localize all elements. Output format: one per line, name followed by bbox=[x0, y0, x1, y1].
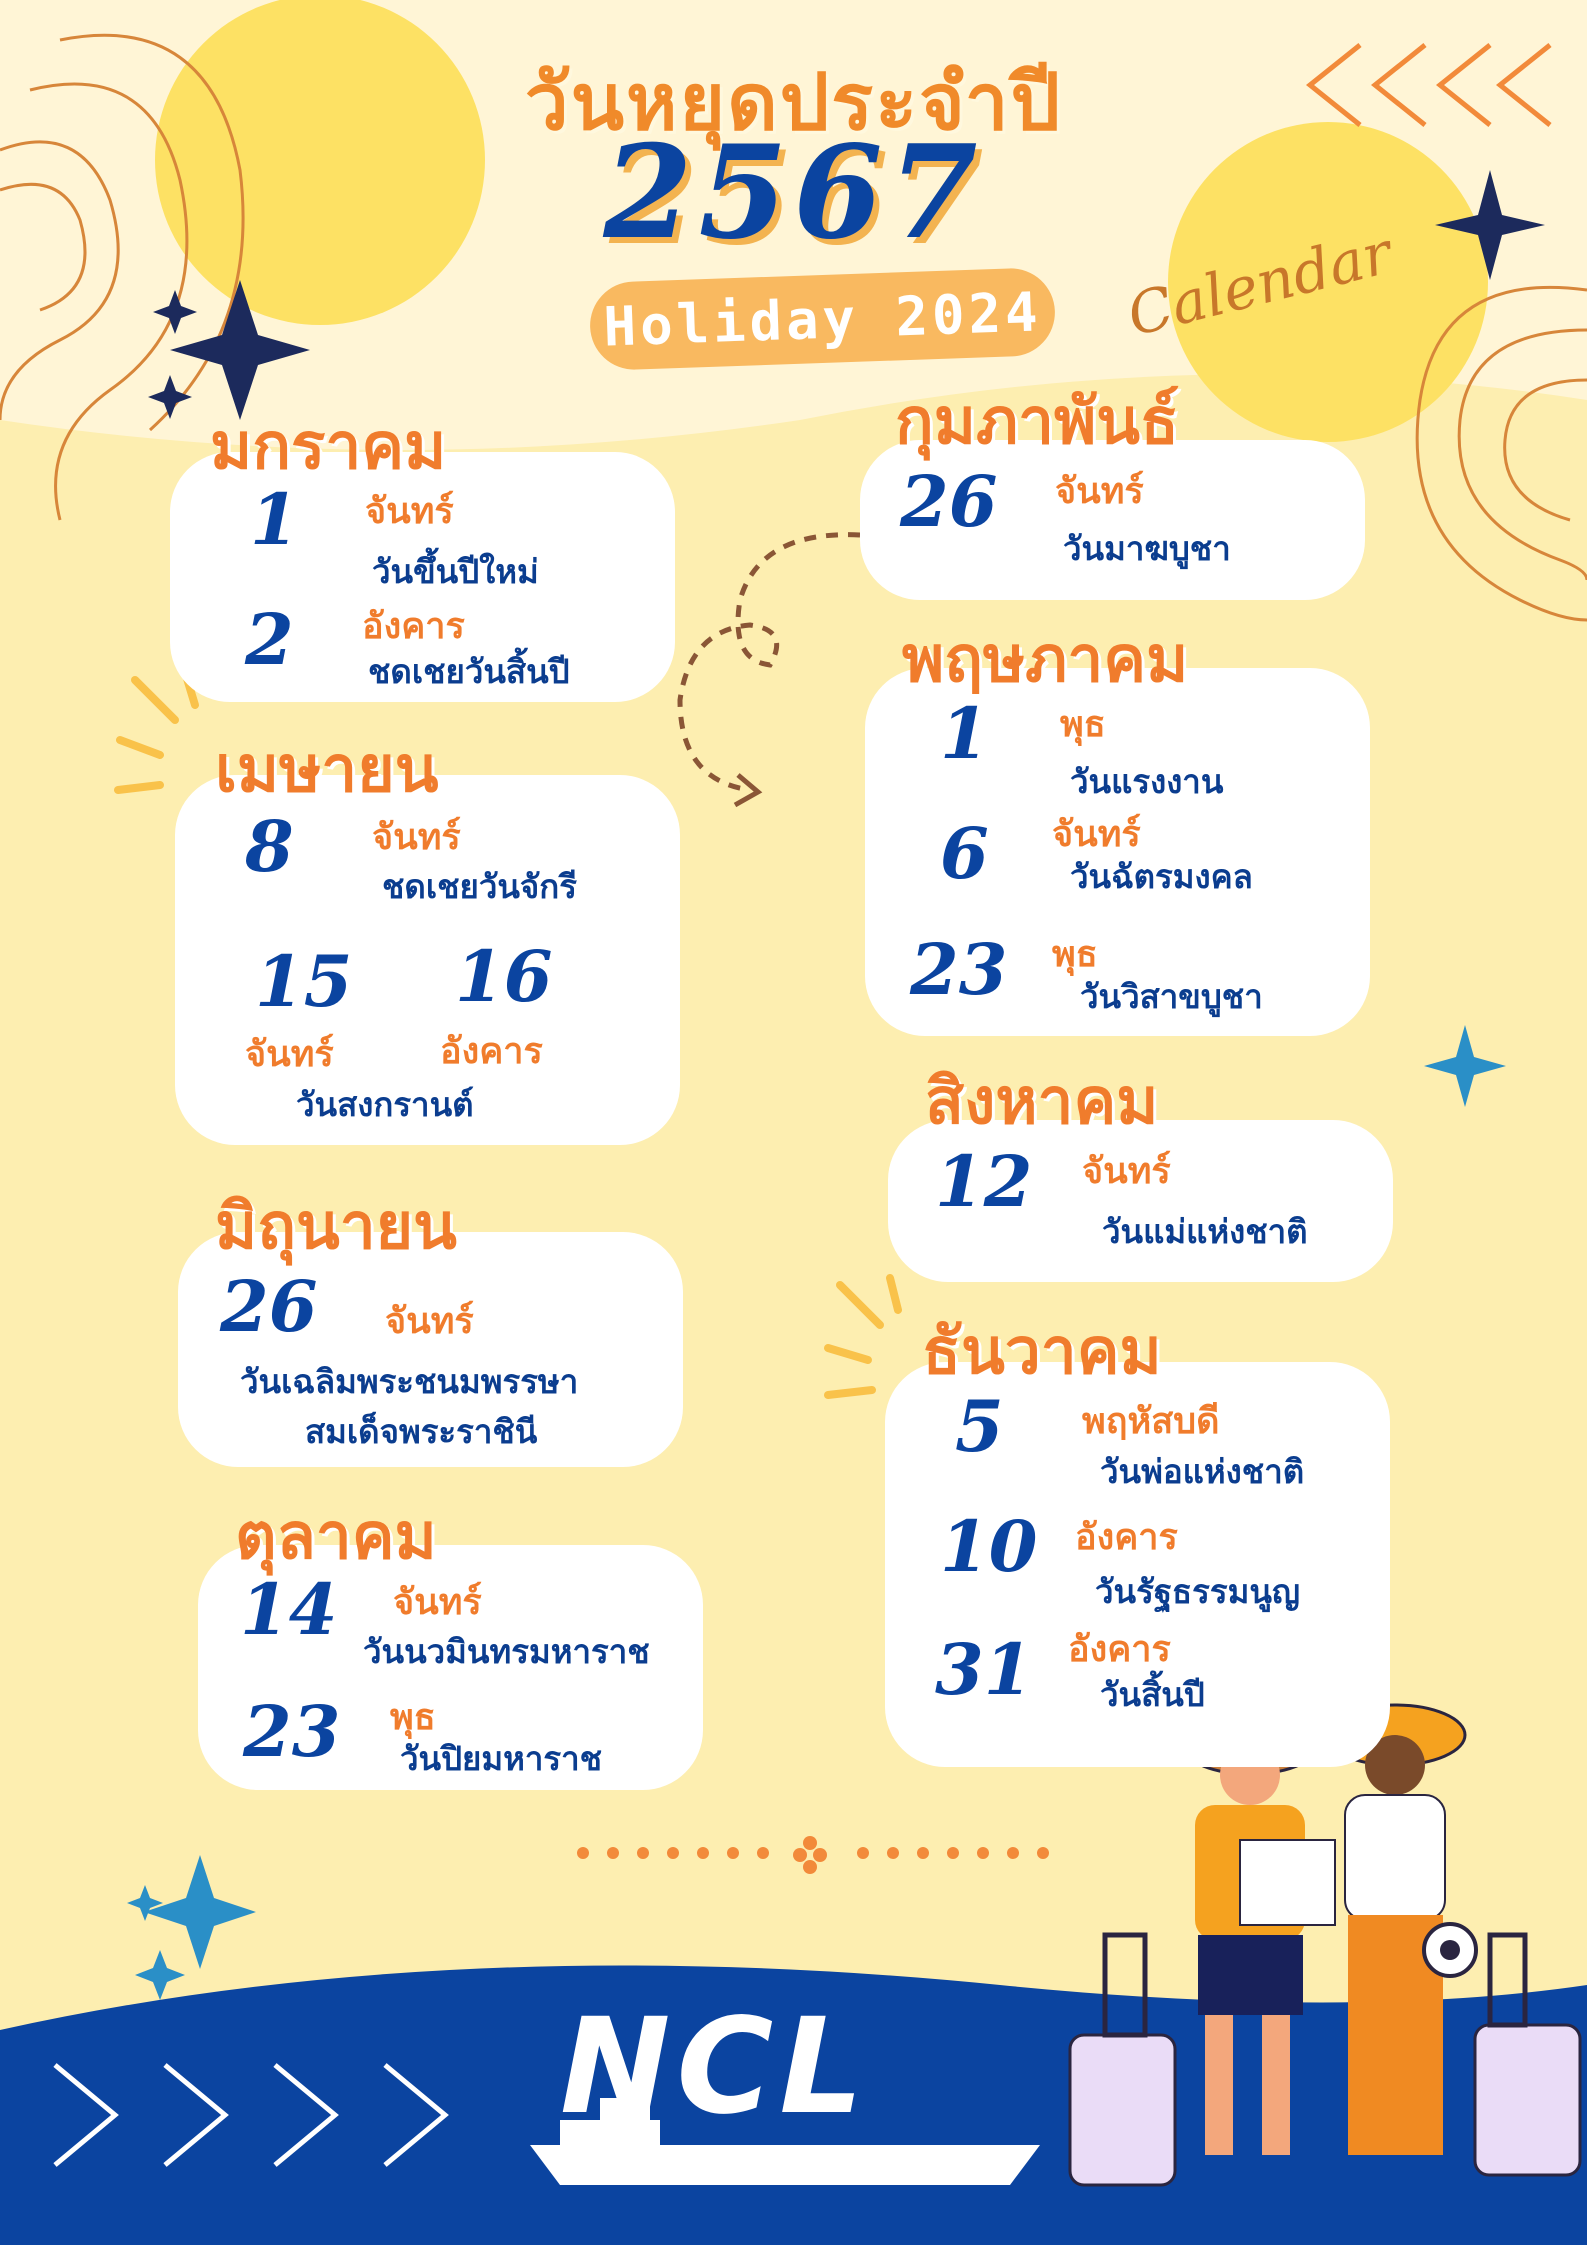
holiday-weekday: อังคาร bbox=[1075, 1517, 1178, 1558]
holiday-day: 26 bbox=[900, 460, 998, 543]
holiday-name: วันพ่อแห่งชาติ bbox=[1100, 1452, 1305, 1491]
holiday-name: วันวิสาขบูชา bbox=[1080, 977, 1263, 1016]
holiday-day: 14 bbox=[240, 1568, 338, 1651]
holiday-day: 1 bbox=[940, 692, 989, 775]
holiday-weekday: จันทร์ bbox=[365, 491, 454, 532]
holiday-day: 5 bbox=[955, 1385, 1004, 1468]
holiday-weekday: จันทร์ bbox=[1082, 1151, 1171, 1192]
holiday-weekday: จันทร์ bbox=[385, 1301, 474, 1342]
holiday-name: สมเด็จพระราชินี bbox=[305, 1412, 538, 1451]
holiday-day: 16 bbox=[455, 935, 553, 1018]
holiday-name: วันนวมินทรมหาราช bbox=[363, 1632, 650, 1671]
holiday-day: 8 bbox=[245, 805, 294, 888]
holiday-name: วันปิยมหาราช bbox=[400, 1739, 603, 1778]
holiday-badge: Holiday 2024 bbox=[588, 266, 1057, 372]
holiday-day: 1 bbox=[250, 478, 299, 561]
holiday-weekday: อังคาร bbox=[440, 1031, 543, 1072]
holiday-day: 15 bbox=[255, 940, 353, 1023]
holiday-weekday: พฤหัสบดี bbox=[1082, 1401, 1220, 1442]
holiday-name: วันสิ้นปี bbox=[1100, 1675, 1205, 1714]
holiday-name: วันเฉลิมพระชนมพรรษา bbox=[240, 1362, 579, 1401]
holiday-name: วันแรงงาน bbox=[1070, 762, 1224, 801]
holiday-day: 6 bbox=[940, 812, 989, 895]
ship-logo-icon bbox=[530, 2145, 1040, 2185]
holiday-day: 23 bbox=[243, 1690, 341, 1773]
holiday-day: 10 bbox=[940, 1505, 1038, 1588]
month-title-february: กุมภาพันธ์ bbox=[895, 385, 1180, 459]
holiday-name: วันแม่แห่งชาติ bbox=[1102, 1212, 1308, 1251]
holiday-name: วันรัฐธรรมนูญ bbox=[1095, 1572, 1301, 1611]
holiday-day: 12 bbox=[935, 1140, 1033, 1223]
dashed-arrow-icon bbox=[677, 532, 861, 793]
holiday-weekday: จันทร์ bbox=[245, 1034, 334, 1075]
holiday-day: 26 bbox=[220, 1265, 318, 1348]
holiday-name: ชดเชยวันสิ้นปี bbox=[368, 652, 570, 691]
holiday-name: ชดเชยวันจักรี bbox=[382, 867, 577, 906]
month-title-june: มิถุนายน bbox=[215, 1190, 457, 1264]
holiday-day: 2 bbox=[245, 598, 294, 681]
holiday-day: 31 bbox=[935, 1628, 1033, 1711]
holiday-name: วันมาฆบูชา bbox=[1063, 529, 1231, 568]
holiday-name: วันขึ้นปีใหม่ bbox=[372, 552, 539, 591]
holiday-weekday: จันทร์ bbox=[372, 817, 461, 858]
holiday-weekday: จันทร์ bbox=[393, 1582, 482, 1623]
holiday-weekday: พุธ bbox=[1060, 704, 1106, 745]
dotted-divider bbox=[577, 1836, 1049, 1874]
month-title-august: สิงหาคม bbox=[925, 1065, 1159, 1139]
ncl-logo: NCL bbox=[560, 1990, 870, 2144]
holiday-name: วันฉัตรมงคล bbox=[1070, 857, 1253, 896]
holiday-weekday: จันทร์ bbox=[1055, 471, 1144, 512]
holiday-name: วันสงกรานต์ bbox=[296, 1085, 474, 1124]
holiday-day: 23 bbox=[910, 928, 1008, 1011]
